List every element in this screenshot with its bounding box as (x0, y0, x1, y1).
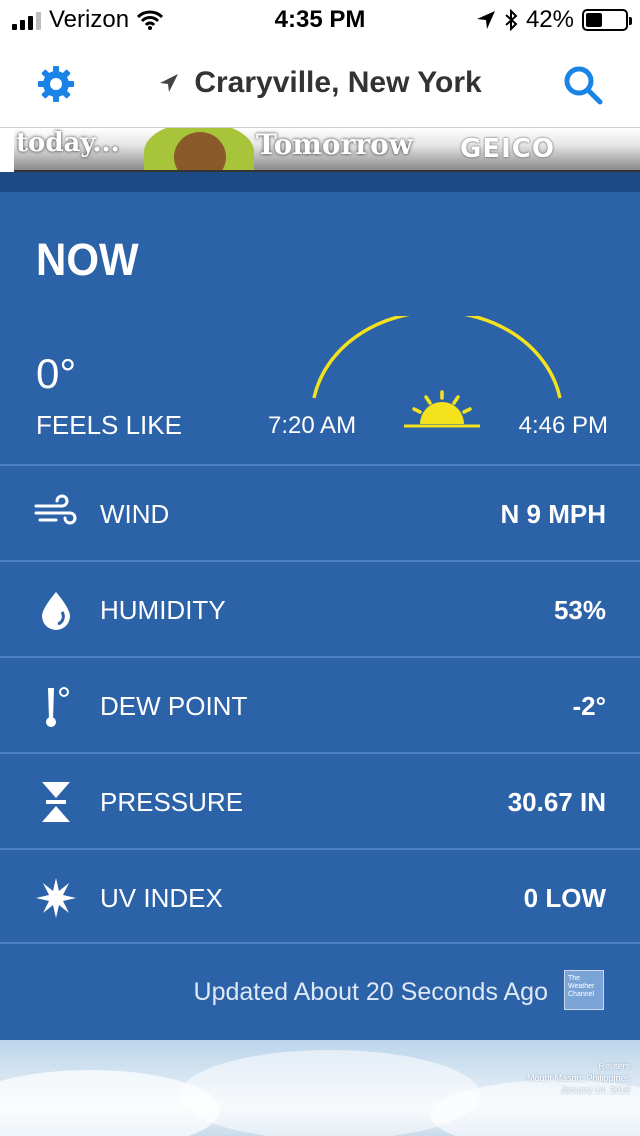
condition-row-humidity: HUMIDITY 53% (0, 560, 640, 656)
condition-value: 30.67 IN (507, 787, 606, 817)
condition-value: 53% (553, 595, 606, 625)
feels-like-temperature: 0° (36, 350, 77, 397)
location-services-icon (476, 11, 495, 29)
thermometer-icon (46, 687, 69, 727)
wind-icon (34, 494, 77, 525)
condition-row-dew-point: DEW POINT -2° (0, 656, 640, 752)
condition-label: PRESSURE (100, 787, 244, 817)
ad-text-mid: Tomorrow (256, 128, 413, 161)
bluetooth-icon (505, 9, 518, 31)
condition-label: HUMIDITY (100, 595, 226, 625)
photo-credit-place: Mount Mason, Philippines (526, 1073, 630, 1083)
humidity-drop-icon (42, 592, 70, 630)
sunset-time: 4:46 PM (518, 412, 608, 439)
divider-strip (0, 172, 640, 192)
updated-timestamp: Updated About 20 Seconds Ago (193, 978, 548, 1006)
battery-percent: 42% (525, 6, 574, 33)
current-conditions-panel: NOW 0° FEELS LIKE 7:20 AM 4:46 PM WIND N… (0, 192, 640, 1040)
nav-bar: Craryville, New York (0, 40, 640, 128)
condition-label: DEW POINT (100, 691, 248, 721)
status-right: 42% (476, 6, 632, 34)
photo-credit: Reuters Mount Mason, Philippines January… (527, 1060, 630, 1096)
now-heading: NOW (36, 234, 139, 285)
ad-text-left: today... (16, 128, 120, 158)
condition-row-uv-index: UV INDEX 0 LOW (0, 848, 640, 944)
condition-value: -2° (572, 691, 606, 721)
ad-brand-logo: GEICO (460, 134, 555, 164)
battery-icon (582, 9, 632, 31)
photo-credit-source: Reuters (598, 1061, 630, 1071)
location-title[interactable]: Craryville, New York (0, 66, 640, 100)
pressure-icon (42, 782, 70, 822)
conditions-list: WIND N 9 MPH HUMIDITY 53% DEW POINT -2° (0, 464, 640, 944)
weather-channel-logo[interactable]: The Weather Channel (564, 970, 604, 1010)
sun-icon (404, 390, 480, 428)
location-arrow-icon (160, 74, 179, 92)
sunrise-time: 7:20 AM (268, 412, 357, 439)
condition-value: N 9 MPH (500, 499, 606, 529)
uv-sun-icon (36, 878, 76, 918)
condition-label: UV INDEX (100, 883, 223, 913)
condition-label: WIND (100, 499, 170, 529)
photo-credit-date: January 14, 2018 (560, 1085, 630, 1095)
condition-row-wind: WIND N 9 MPH (0, 464, 640, 560)
location-name: Craryville, New York (194, 66, 482, 99)
search-icon[interactable] (562, 64, 604, 106)
ad-banner[interactable]: today... Tomorrow GEICO (14, 128, 640, 172)
condition-value: 0 LOW (523, 883, 606, 913)
status-bar: Verizon 4:35 PM 42% (0, 0, 640, 40)
background-photo: Reuters Mount Mason, Philippines January… (0, 1040, 640, 1136)
logo-text: The Weather Channel (568, 975, 595, 998)
feels-like-label: FEELS LIKE (36, 410, 182, 440)
condition-row-pressure: PRESSURE 30.67 IN (0, 752, 640, 848)
